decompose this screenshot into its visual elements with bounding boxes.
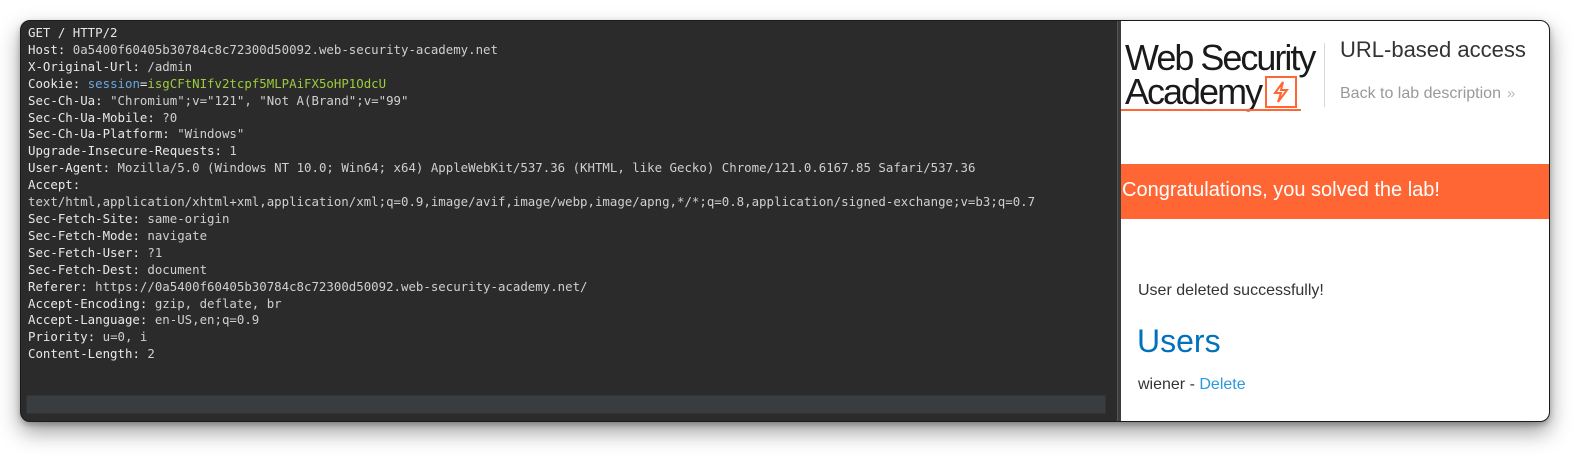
header-name: Sec-Fetch-Site xyxy=(28,210,133,226)
header-name: Cookie xyxy=(28,75,73,91)
request-line: User-Agent: Mozilla/5.0 (Windows NT 10.0… xyxy=(28,160,1117,177)
header-separator: : xyxy=(72,75,88,91)
header-value: https://0a5400f60405b30784c8c72300d50092… xyxy=(95,278,588,294)
header-value: same-origin xyxy=(147,210,230,226)
request-line: Accept-Language: en-US,en;q=0.9 xyxy=(28,312,1117,329)
header-separator: : xyxy=(57,41,73,57)
app-window: GET / HTTP/2 Host: 0a5400f60405b30784c8c7… xyxy=(20,20,1550,422)
header-separator: : xyxy=(87,329,103,345)
header-value: u=0, i xyxy=(102,329,148,345)
header-separator: : xyxy=(132,227,148,243)
browser-render-pane: Web Security Academy URL-based access Ba… xyxy=(1121,21,1549,421)
status-message: User deleted successfully! xyxy=(1138,282,1324,299)
header-name: X-Original-Url xyxy=(28,58,133,74)
logo-line2: Academy xyxy=(1125,71,1263,112)
header-name: Priority xyxy=(28,329,88,345)
request-line: text/html,application/xhtml+xml,applicat… xyxy=(28,194,1117,211)
header-value: en-US,en;q=0.9 xyxy=(154,312,260,328)
header-separator: : xyxy=(139,312,155,328)
request-line: Sec-Fetch-Site: same-origin xyxy=(28,211,1117,228)
request-line: Upgrade-Insecure-Requests: 1 xyxy=(28,143,1117,160)
header-separator: : xyxy=(162,126,178,142)
user-row: wiener - Delete xyxy=(1138,376,1246,394)
request-line: Sec-Ch-Ua: "Chromium";v="121", "Not A(Br… xyxy=(28,93,1117,110)
header-value: 0a5400f60405b30784c8c72300d50092.web-sec… xyxy=(72,41,498,57)
header-name: Referer xyxy=(28,278,81,294)
header-value: text/html,application/xhtml+xml,applicat… xyxy=(28,194,1036,210)
logo-line1: Web Security xyxy=(1125,37,1316,78)
header-name: Accept-Encoding xyxy=(28,295,140,311)
header-value: /admin xyxy=(147,58,193,74)
header-value: ?1 xyxy=(147,244,163,260)
request-line: Accept-Encoding: gzip, deflate, br xyxy=(28,296,1117,313)
user-name: wiener xyxy=(1138,376,1186,393)
user-separator: - xyxy=(1185,376,1200,393)
request-line: Priority: u=0, i xyxy=(28,329,1117,346)
header-value: Mozilla/5.0 (Windows NT 10.0; Win64; x64… xyxy=(117,160,976,176)
header-name: Content-Length xyxy=(28,346,133,362)
delete-user-link[interactable]: Delete xyxy=(1199,376,1245,393)
header-value: gzip, deflate, br xyxy=(154,295,282,311)
request-line: Accept: xyxy=(28,177,1117,194)
header-separator: : xyxy=(72,177,81,193)
header-name: Upgrade-Insecure-Requests xyxy=(28,143,215,159)
header-value: 1 xyxy=(229,143,237,159)
back-link-label[interactable]: Back to lab description xyxy=(1340,85,1501,102)
header-name: Sec-Fetch-Dest xyxy=(28,261,133,277)
header-value: document xyxy=(147,261,208,277)
header-value: ?0 xyxy=(162,109,178,125)
header-separator: : xyxy=(95,92,111,108)
back-to-lab-link[interactable]: Back to lab description » xyxy=(1340,85,1515,103)
header-value: "Windows" xyxy=(177,126,245,142)
lab-title: URL-based access xyxy=(1340,37,1526,62)
header-separator: : xyxy=(102,160,118,176)
header-separator: : xyxy=(80,278,96,294)
request-line: GET / HTTP/2 xyxy=(28,25,1117,42)
solved-banner-text: Congratulations, you solved the lab! xyxy=(1122,179,1440,201)
web-security-academy-logo[interactable]: Web Security Academy xyxy=(1125,37,1316,112)
request-line: Sec-Ch-Ua-Platform: "Windows" xyxy=(28,126,1117,143)
cookie-name: session xyxy=(87,75,140,91)
request-lines: GET / HTTP/2 Host: 0a5400f60405b30784c8c7… xyxy=(28,25,1117,363)
header-name: User-Agent xyxy=(28,160,103,176)
http-request-editor[interactable]: GET / HTTP/2 Host: 0a5400f60405b30784c8c7… xyxy=(21,21,1117,421)
header-value: navigate xyxy=(147,227,208,243)
header-separator: : xyxy=(147,109,163,125)
header-name: Accept-Language xyxy=(28,312,140,328)
request-line: Host: 0a5400f60405b30784c8c72300d50092.w… xyxy=(28,42,1117,59)
lightning-bolt-icon xyxy=(1265,76,1298,108)
request-line: Referer: https://0a5400f60405b30784c8c72… xyxy=(28,279,1117,296)
header-name: Accept xyxy=(28,177,73,193)
header-separator xyxy=(1324,43,1325,107)
header-separator: : xyxy=(132,210,148,226)
users-heading: Users xyxy=(1137,323,1221,359)
request-line: Sec-Fetch-User: ?1 xyxy=(28,245,1117,262)
header-name: Sec-Ch-Ua-Platform xyxy=(28,126,163,142)
logo-underline xyxy=(1121,109,1301,111)
header-separator: : xyxy=(214,143,230,159)
search-bar[interactable] xyxy=(26,395,1106,414)
request-line: Sec-Fetch-Mode: navigate xyxy=(28,228,1117,245)
request-line: Cookie: session=isgCFtNIfv2tcpf5MLPAiFX5… xyxy=(28,76,1117,93)
header-name: Sec-Ch-Ua xyxy=(28,92,96,108)
request-line: Sec-Fetch-Dest: document xyxy=(28,262,1117,279)
header-name: Host xyxy=(28,41,58,57)
header-value: 2 xyxy=(147,346,155,362)
request-line: Content-Length: 2 xyxy=(28,346,1117,363)
cookie-value: isgCFtNIfv2tcpf5MLPAiFX5oHP1OdcU xyxy=(147,75,387,91)
header-separator: : xyxy=(132,244,148,260)
header-value: "Chromium";v="121", "Not A(Brand";v="99" xyxy=(110,92,409,108)
header-separator: : xyxy=(132,261,148,277)
header-name: GET / HTTP/2 xyxy=(28,25,118,40)
header-separator: : xyxy=(139,295,155,311)
solved-banner: Congratulations, you solved the lab! xyxy=(1121,164,1549,219)
header-name: Sec-Fetch-User xyxy=(28,244,133,260)
header-separator: : xyxy=(132,346,148,362)
header-name: Sec-Ch-Ua-Mobile xyxy=(28,109,148,125)
request-line: Sec-Ch-Ua-Mobile: ?0 xyxy=(28,110,1117,127)
request-line: X-Original-Url: /admin xyxy=(28,59,1117,76)
header-separator: : xyxy=(132,58,148,74)
header-name: Sec-Fetch-Mode xyxy=(28,227,133,243)
chevron-right-icon: » xyxy=(1506,85,1516,102)
